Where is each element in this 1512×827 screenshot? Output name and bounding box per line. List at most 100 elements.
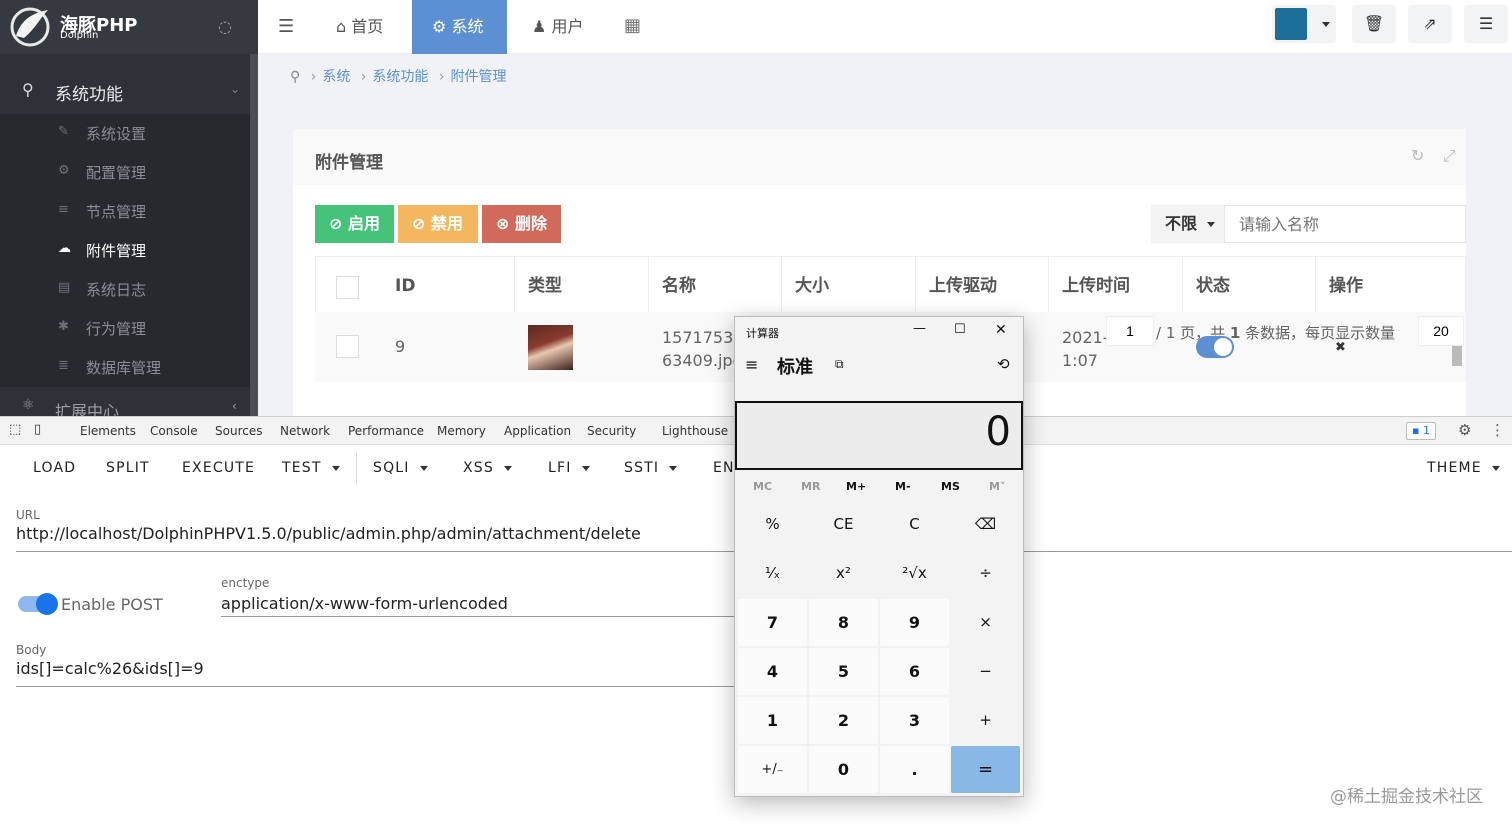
memory-subtract-button[interactable]: M- <box>895 480 911 493</box>
digit-1-key[interactable]: 1 <box>738 697 807 744</box>
digit-3-key[interactable]: 3 <box>880 697 949 744</box>
decimal-key[interactable]: . <box>880 746 949 793</box>
menu-toggle-icon[interactable]: ☰ <box>278 16 294 37</box>
column-header-time[interactable]: 上传时间 <box>1049 256 1183 312</box>
devtools-tab-security[interactable]: Security <box>587 424 636 438</box>
ssti-menu-button[interactable]: SSTI <box>624 460 678 476</box>
nav-system[interactable]: ⚙ 系统 <box>412 0 507 54</box>
memory-add-button[interactable]: M+ <box>846 480 866 493</box>
column-header-size[interactable]: 大小 <box>782 256 916 312</box>
percent-key[interactable]: % <box>738 501 807 548</box>
devtools-tab-sources[interactable]: Sources <box>215 424 262 438</box>
square-root-key[interactable]: ²√x <box>880 550 949 597</box>
fullscreen-icon[interactable]: ⤢ <box>1443 146 1456 166</box>
square-key[interactable]: x² <box>809 550 878 597</box>
digit-6-key[interactable]: 6 <box>880 648 949 695</box>
backspace-key[interactable]: ⌫ <box>951 501 1020 548</box>
sidebar-section-system[interactable]: ⚲ 系统功能 ⌄ <box>0 68 250 114</box>
load-button[interactable]: LOAD <box>33 460 76 476</box>
delete-button[interactable]: ⊗ 删除 <box>482 205 561 243</box>
encoding-menu-button[interactable]: EN <box>713 460 735 476</box>
search-input[interactable] <box>1224 205 1466 243</box>
more-vertical-icon[interactable]: ⋮ <box>1490 421 1505 439</box>
subtract-key[interactable]: − <box>951 648 1020 695</box>
clear-cache-button[interactable]: 🗑 <box>1352 5 1396 43</box>
sidebar-item-database[interactable]: ≣ 数据库管理 <box>0 348 250 387</box>
nav-home[interactable]: ⌂ 首页 <box>320 0 408 54</box>
gear-icon[interactable]: ⚙ <box>1458 421 1471 439</box>
digit-4-key[interactable]: 4 <box>738 648 807 695</box>
reciprocal-key[interactable]: ¹⁄ₓ <box>738 550 807 597</box>
history-icon[interactable]: ⟲ <box>997 355 1010 373</box>
sidebar-section-extension[interactable]: ⚛ 扩展中心 ‹ <box>0 387 250 421</box>
enctype-select[interactable]: application/x-www-form-urlencoded <box>221 594 508 613</box>
sidebar-item-attachment[interactable]: ☁ 附件管理 <box>0 231 250 270</box>
row-checkbox[interactable] <box>336 335 359 358</box>
page-number-input[interactable] <box>1106 316 1154 346</box>
close-icon[interactable]: ✕ <box>995 322 1007 338</box>
issues-badge[interactable]: ▪ 1 <box>1406 422 1436 440</box>
disable-button[interactable]: ⊘ 禁用 <box>398 205 478 243</box>
column-header-id[interactable]: ID <box>382 256 515 312</box>
hamburger-menu-icon[interactable]: ≡ <box>745 355 758 374</box>
devtools-tab-console[interactable]: Console <box>150 424 198 438</box>
devtools-tab-application[interactable]: Application <box>504 424 571 438</box>
digit-9-key[interactable]: 9 <box>880 599 949 646</box>
inspect-element-icon[interactable]: ⬚ <box>9 422 21 437</box>
enable-post-toggle[interactable] <box>18 593 58 615</box>
breadcrumb-item[interactable]: 系统功能 <box>372 69 428 85</box>
sidebar-scrollbar[interactable] <box>250 54 258 416</box>
devtools-tab-lighthouse[interactable]: Lighthouse <box>662 424 728 438</box>
select-all-checkbox[interactable] <box>336 276 359 299</box>
column-header-action[interactable]: 操作 <box>1316 256 1466 312</box>
column-header-driver[interactable]: 上传驱动 <box>916 256 1049 312</box>
nav-user[interactable]: ♟ 用户 <box>518 0 598 54</box>
maximize-icon[interactable]: ☐ <box>954 322 966 337</box>
execute-button[interactable]: EXECUTE <box>182 460 255 476</box>
digit-0-key[interactable]: 0 <box>809 746 878 793</box>
negate-key[interactable]: +/₋ <box>738 746 807 793</box>
device-toolbar-icon[interactable]: ▯ <box>34 422 41 437</box>
enable-button[interactable]: ⊘ 启用 <box>315 205 394 243</box>
xss-menu-button[interactable]: XSS <box>463 460 512 476</box>
multiply-key[interactable]: × <box>951 599 1020 646</box>
keep-on-top-icon[interactable]: ⧉ <box>835 357 844 372</box>
devtools-tab-performance[interactable]: Performance <box>348 424 424 438</box>
breadcrumb-item[interactable]: 附件管理 <box>450 69 506 85</box>
side-overlay-button[interactable]: ☰ <box>1464 5 1508 43</box>
digit-7-key[interactable]: 7 <box>738 599 807 646</box>
close-icon[interactable]: ✖ <box>1335 340 1346 355</box>
sidebar-item-config[interactable]: ⚙ 配置管理 <box>0 153 250 192</box>
sidebar-item-nodes[interactable]: ≡ 节点管理 <box>0 192 250 231</box>
status-toggle[interactable] <box>1196 336 1234 358</box>
split-button[interactable]: SPLIT <box>106 460 150 476</box>
filter-select[interactable]: 不限 <box>1151 205 1224 243</box>
table-scrollbar[interactable] <box>1452 346 1462 366</box>
memory-recall-button[interactable]: MR <box>801 480 820 493</box>
refresh-icon[interactable]: ↻ <box>1411 146 1424 165</box>
body-field[interactable]: ids[]=calc%26&ids[]=9 <box>16 659 204 678</box>
sidebar-item-action[interactable]: ✱ 行为管理 <box>0 309 250 348</box>
breadcrumb-item[interactable]: 系统 <box>322 69 350 85</box>
lfi-menu-button[interactable]: LFI <box>548 460 590 476</box>
column-header-type[interactable]: 类型 <box>515 256 649 312</box>
sqli-menu-button[interactable]: SQLI <box>373 460 428 476</box>
column-header-status[interactable]: 状态 <box>1183 256 1316 312</box>
user-avatar-dropdown[interactable] <box>1272 5 1336 43</box>
digit-8-key[interactable]: 8 <box>809 599 878 646</box>
memory-list-button[interactable]: M˅ <box>989 480 1005 493</box>
devtools-tab-memory[interactable]: Memory <box>437 424 486 438</box>
devtools-tab-network[interactable]: Network <box>280 424 330 438</box>
per-page-input[interactable] <box>1418 316 1464 346</box>
memory-store-button[interactable]: MS <box>941 480 960 493</box>
apps-grid-icon[interactable]: ▦ <box>624 15 641 36</box>
test-menu-button[interactable]: TEST <box>282 460 340 476</box>
open-frontend-button[interactable]: ⇗ <box>1408 5 1452 43</box>
url-field[interactable]: http://localhost/DolphinPHPV1.5.0/public… <box>16 524 641 543</box>
attachment-thumbnail[interactable] <box>528 325 573 370</box>
theme-drop-icon[interactable]: ◌ <box>218 17 232 36</box>
clear-entry-key[interactable]: CE <box>809 501 878 548</box>
minimize-icon[interactable]: — <box>913 321 926 336</box>
memory-clear-button[interactable]: MC <box>753 480 772 493</box>
digit-5-key[interactable]: 5 <box>809 648 878 695</box>
